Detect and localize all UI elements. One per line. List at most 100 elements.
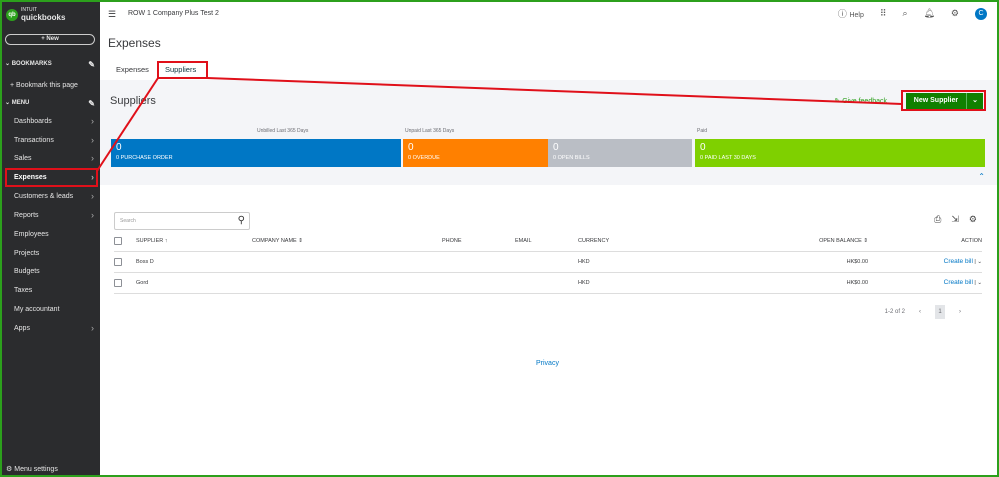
create-bill-link[interactable]: Create bill — [944, 258, 973, 265]
label: Reports — [14, 212, 39, 219]
tab-suppliers[interactable]: Suppliers — [165, 65, 196, 74]
col-supplier[interactable]: SUPPLIER ↑ — [136, 232, 252, 252]
supplier-name[interactable]: Gord — [136, 272, 252, 294]
company — [252, 272, 442, 294]
phone — [442, 272, 515, 294]
value: 0 — [700, 142, 706, 153]
label: Taxes — [14, 287, 33, 294]
chevron-down-icon[interactable]: ⌄ — [966, 93, 983, 109]
menu-section[interactable]: ⌄ MENU ✎ — [5, 99, 95, 108]
collapse-chevron-up-icon[interactable]: ⌃ — [978, 172, 985, 181]
sidebar-item-projects[interactable]: Projects — [6, 245, 96, 262]
value: 0 — [553, 142, 559, 153]
quickbooks-logo[interactable]: qb INTUIT quickbooks — [6, 8, 65, 22]
label: Give feedback — [842, 98, 887, 105]
card-paid[interactable]: 0 0 PAID LAST 30 DAYS — [695, 139, 985, 167]
tab-expenses[interactable]: Expenses — [116, 65, 149, 74]
currency: HKD — [578, 251, 738, 273]
unbilled-label: Unbilled Last 365 Days — [257, 128, 309, 134]
sidebar-item-budgets[interactable]: Budgets — [6, 263, 96, 280]
row-checkbox[interactable] — [114, 257, 122, 266]
col-company[interactable]: COMPANY NAME ⇕ — [252, 232, 442, 252]
bookmark-this-page[interactable]: + Bookmark this page — [10, 82, 78, 89]
page-1-button[interactable]: 1 — [935, 305, 945, 319]
sidebar-item-reports[interactable]: Reports › — [6, 207, 96, 224]
give-feedback-link[interactable]: ✎ Give feedback — [834, 97, 887, 105]
col-balance[interactable]: OPEN BALANCE ⇕ — [738, 232, 878, 252]
edit-pencil-icon[interactable]: ✎ — [88, 99, 95, 108]
table-row: Gord HKD HK$0.00 Create bill | ⌄ — [114, 272, 982, 294]
suppliers-summary-panel: Suppliers ✎ Give feedback New Supplier ⌄ … — [100, 80, 997, 185]
value: 0 — [116, 142, 122, 153]
chevron-right-icon: › — [91, 116, 94, 126]
label: Projects — [14, 250, 40, 257]
col-phone: PHONE — [442, 232, 515, 252]
card-open-bills[interactable]: 0 0 OPEN BILLS — [548, 139, 692, 167]
col-action: ACTION — [878, 232, 982, 252]
label: My accountant — [14, 306, 60, 313]
sidebar-item-my-accountant[interactable]: My accountant — [6, 301, 96, 318]
col-email: EMAIL — [515, 232, 578, 252]
email — [515, 272, 578, 294]
help-button[interactable]: ⓘ Help — [838, 7, 864, 20]
bookmarks-section[interactable]: ⌄ BOOKMARKS ✎ — [5, 60, 95, 69]
chevron-right-icon: › — [91, 153, 94, 163]
label: Transactions — [14, 137, 54, 144]
chevron-right-icon: › — [91, 172, 94, 182]
sidebar-item-customers-leads[interactable]: Customers & leads › — [6, 188, 96, 205]
settings-gear-icon[interactable]: ⚙ — [969, 214, 977, 225]
sidebar-item-employees[interactable]: Employees — [6, 226, 96, 243]
currency: HKD — [578, 272, 738, 294]
gear-icon: ⚙ — [6, 466, 13, 473]
export-icon[interactable]: ⇲ — [951, 214, 959, 225]
top-bar: ☰ ROW 1 Company Plus Test 2 ⓘ Help ⠿ ⌕ 🔔… — [100, 2, 997, 28]
avatar[interactable]: C — [975, 7, 987, 20]
select-all-checkbox[interactable] — [114, 237, 122, 246]
menu-label: MENU — [11, 100, 30, 106]
search-input[interactable]: Search ⚲ — [114, 212, 250, 230]
sidebar: qb INTUIT quickbooks + New ⌄ BOOKMARKS ✎ + … — [2, 2, 100, 475]
apps-grid-icon[interactable]: ⠿ — [880, 8, 887, 19]
sidebar-item-sales[interactable]: Sales › — [6, 150, 96, 167]
balance: HK$0.00 — [738, 272, 878, 294]
balance: HK$0.00 — [738, 251, 878, 273]
row-checkbox[interactable] — [114, 278, 122, 287]
sidebar-item-dashboards[interactable]: Dashboards › — [6, 113, 96, 130]
notifications-bell-icon[interactable]: 🔔︎ — [923, 8, 934, 19]
tabs: Expenses Suppliers — [116, 65, 196, 74]
new-button[interactable]: + New — [5, 34, 95, 45]
sidebar-item-transactions[interactable]: Transactions › — [6, 132, 96, 149]
privacy-link[interactable]: Privacy — [536, 360, 559, 367]
next-page-button[interactable]: › — [959, 309, 961, 315]
brand-name: quickbooks — [21, 13, 66, 22]
label: Menu settings — [14, 466, 58, 473]
sidebar-item-expenses[interactable]: Expenses › — [6, 169, 96, 186]
search-icon[interactable]: ⚲ — [238, 215, 245, 226]
page-title: Expenses — [108, 36, 161, 50]
prev-page-button[interactable]: ‹ — [919, 309, 921, 315]
create-bill-link[interactable]: Create bill — [944, 279, 973, 286]
chevron-down-icon[interactable]: | ⌄ — [974, 280, 982, 286]
print-icon[interactable]: ⎙ — [934, 214, 941, 225]
unpaid-label: Unpaid Last 365 Days — [405, 128, 455, 134]
placeholder: Search — [120, 218, 136, 224]
menu-settings[interactable]: ⚙ Menu settings — [6, 465, 58, 473]
page-range: 1-2 of 2 — [884, 309, 905, 315]
company-name: ROW 1 Company Plus Test 2 — [128, 10, 219, 17]
label: Expenses — [14, 174, 47, 181]
help-icon: ⓘ — [837, 9, 847, 19]
new-supplier-button[interactable]: New Supplier — [906, 93, 966, 109]
new-supplier-button-group: New Supplier ⌄ — [905, 93, 983, 109]
table-row: Boss D HKD HK$0.00 Create bill | ⌄ — [114, 251, 982, 273]
settings-gear-icon[interactable]: ⚙ — [951, 8, 959, 19]
edit-pencil-icon[interactable]: ✎ — [88, 60, 95, 69]
collapse-menu-icon[interactable]: ☰ — [108, 9, 116, 20]
card-purchase-order[interactable]: 0 0 PURCHASE ORDER — [111, 139, 401, 167]
supplier-name[interactable]: Boss D — [136, 251, 252, 273]
search-icon[interactable]: ⌕ — [902, 8, 907, 19]
card-overdue[interactable]: 0 0 OVERDUE — [403, 139, 548, 167]
sidebar-item-apps[interactable]: Apps › — [6, 320, 96, 337]
chevron-down-icon[interactable]: | ⌄ — [974, 259, 982, 265]
label: Customers & leads — [14, 193, 74, 200]
sidebar-item-taxes[interactable]: Taxes — [6, 282, 96, 299]
